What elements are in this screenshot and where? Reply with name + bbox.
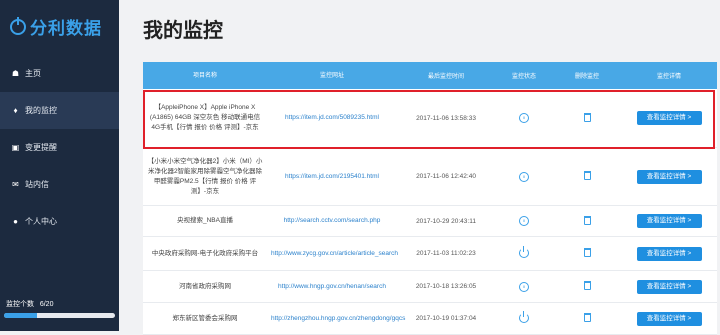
trash-icon[interactable] — [583, 171, 591, 180]
sidebar-item-label: 变更提醒 — [25, 143, 57, 152]
main-content: 我的监控 项目名称 监控网址 最后监控时间 监控状态 删除监控 监控详情 【Ap… — [119, 0, 720, 335]
row-name: 河南省政府采购网 — [179, 282, 231, 290]
view-details-button[interactable]: 查看监控详情 > — [636, 169, 702, 184]
table-row: 中央政府采购网-电子化政府采购平台 http://www.zycg.gov.cn… — [143, 237, 717, 271]
brand-name: 分利数据 — [30, 19, 102, 38]
row-time: 2017-11-06 13:58:33 — [416, 114, 476, 122]
pause-status-icon[interactable]: II — [519, 281, 529, 292]
sidebar-item-home[interactable]: ☗ 主页 — [0, 55, 119, 92]
row-name: 【AppleiPhone X】Apple iPhone X (A1865) 64… — [149, 104, 261, 131]
sidebar-item-label: 站内信 — [25, 180, 49, 189]
sidebar-item-label: 主页 — [25, 69, 41, 78]
row-name: 郑东新区管委会采购网 — [172, 314, 238, 322]
monitor-count: 监控个数 6/20 — [6, 299, 53, 309]
running-status-icon[interactable] — [519, 310, 529, 323]
row-name: 中央政府采购网-电子化政府采购平台 — [151, 249, 259, 257]
table-header: 项目名称 监控网址 最后监控时间 监控状态 删除监控 监控详情 — [143, 62, 717, 89]
sidebar-item-change-alert[interactable]: ▣ 变更提醒 — [0, 129, 119, 166]
pause-status-icon[interactable]: II — [519, 171, 529, 182]
row-url[interactable]: http://www.zycg.gov.cn/article/article_s… — [267, 249, 398, 259]
monitor-count-label: 监控个数 — [6, 301, 34, 308]
sidebar-item-my-monitor[interactable]: ♦ 我的监控 — [0, 92, 119, 129]
view-details-button[interactable]: 查看监控详情 > — [636, 311, 702, 326]
brand-logo[interactable]: 分利数据 — [10, 14, 102, 39]
bell-icon: ♦ — [13, 106, 18, 115]
trash-icon[interactable] — [583, 281, 591, 290]
mail-icon: ✉ — [12, 180, 19, 189]
message-icon: ▣ — [11, 143, 20, 152]
row-url[interactable]: http://www.hngp.gov.cn/henan/search — [267, 282, 397, 292]
monitor-table: 项目名称 监控网址 最后监控时间 监控状态 删除监控 监控详情 【AppleiP… — [143, 62, 717, 335]
view-details-button[interactable]: 查看监控详情 > — [636, 214, 702, 228]
trash-icon[interactable] — [583, 313, 591, 322]
home-icon: ☗ — [11, 69, 20, 78]
row-time: 2017-11-03 11:02:23 — [416, 250, 476, 257]
trash-icon[interactable] — [583, 112, 591, 122]
page-title: 我的监控 — [143, 20, 223, 42]
sidebar-item-profile[interactable]: ● 个人中心 — [0, 203, 119, 240]
header-status: 监控状态 — [511, 74, 536, 80]
table-row: 央视搜索_NBA直播 http://search.cctv.com/search… — [143, 206, 717, 237]
header-url: 监控网址 — [319, 72, 344, 79]
view-details-button[interactable]: 查看监控详情 > — [636, 279, 702, 294]
table-row: 【AppleiPhone X】Apple iPhone X (A1865) 64… — [143, 89, 717, 148]
view-details-button[interactable]: 查看监控详情 > — [636, 246, 702, 261]
header-time: 最后监控时间 — [427, 74, 464, 80]
sidebar-nav: ☗ 主页 ♦ 我的监控 ▣ 变更提醒 ✉ 站内信 ● 个人中心 — [0, 55, 119, 240]
row-url[interactable]: http://zhengzhou.hngp.gov.cn/zhengdong/g… — [267, 314, 405, 324]
trash-icon[interactable] — [583, 215, 591, 225]
pause-status-icon[interactable]: II — [519, 113, 529, 123]
sidebar-item-label: 我的监控 — [25, 106, 57, 115]
sidebar-item-inbox[interactable]: ✉ 站内信 — [0, 166, 119, 203]
monitor-progress-fill — [4, 313, 38, 318]
row-time: 2017-11-06 12:42:40 — [416, 173, 476, 180]
header-name: 项目名称 — [192, 72, 217, 79]
sidebar-item-label: 个人中心 — [25, 217, 57, 226]
row-name: 央视搜索_NBA直播 — [177, 217, 233, 224]
sidebar: 分利数据 ☗ 主页 ♦ 我的监控 ▣ 变更提醒 ✉ 站内信 ● 个人中心 监控个… — [0, 0, 119, 331]
pause-status-icon[interactable]: II — [519, 216, 529, 226]
view-details-button[interactable]: 查看监控详情 > — [636, 111, 702, 125]
row-time: 2017-10-19 01:37:04 — [415, 315, 477, 322]
row-name: 【小米小米空气净化器2】小米（MI）小米净化器2智能家用除雾霾空气净化器除甲醛雾… — [147, 157, 263, 195]
row-time: 2017-10-18 13:26:05 — [415, 283, 477, 290]
header-delete: 删除监控 — [574, 74, 599, 80]
header-details: 监控详情 — [656, 74, 681, 80]
row-url[interactable]: http://search.cctv.com/search.php — [267, 216, 397, 226]
user-icon: ● — [13, 217, 18, 226]
row-url[interactable]: https://item.jd.com/5089235.html — [267, 113, 397, 123]
row-url[interactable]: https://item.jd.com/2195401.html — [267, 172, 397, 182]
table-row: 河南省政府采购网 http://www.hngp.gov.cn/henan/se… — [143, 271, 717, 303]
table-row: 【小米小米空气净化器2】小米（MI）小米净化器2智能家用除雾霾空气净化器除甲醛雾… — [143, 148, 717, 206]
row-time: 2017-10-29 20:43:11 — [416, 217, 476, 225]
trash-icon[interactable] — [583, 248, 591, 257]
running-status-icon[interactable] — [519, 245, 529, 258]
monitor-count-value: 6/20 — [39, 301, 54, 308]
table-row: 郑东新区管委会采购网 http://zhengzhou.hngp.gov.cn/… — [143, 303, 717, 335]
monitor-progress-bar — [4, 313, 115, 318]
power-icon — [10, 16, 26, 35]
